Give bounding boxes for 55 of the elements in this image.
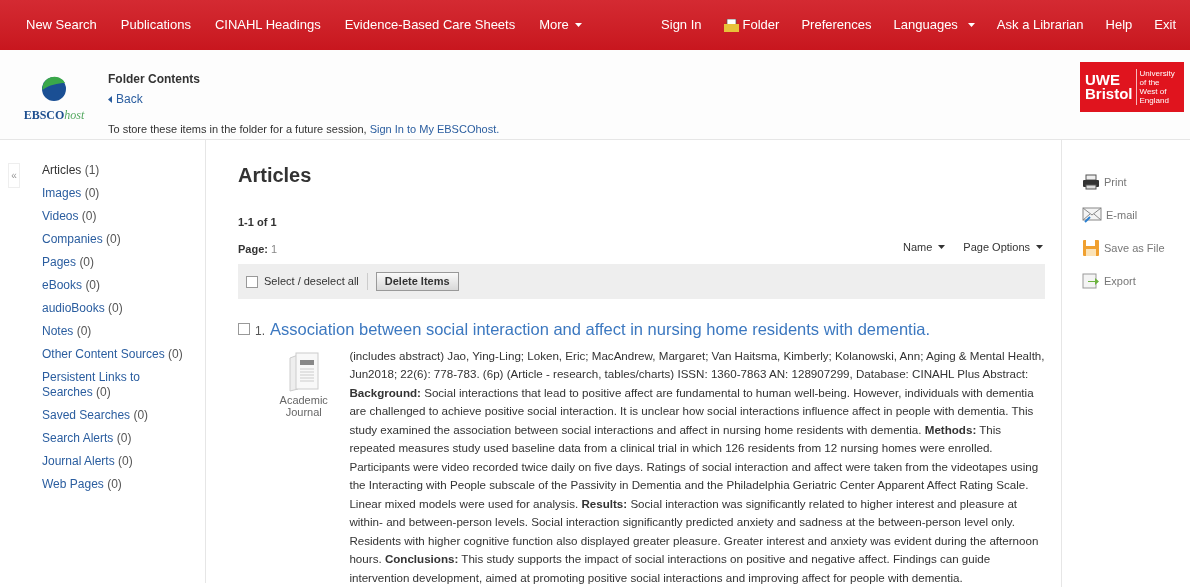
export-icon (1082, 273, 1100, 290)
tool-link[interactable]: E-mail (1082, 206, 1138, 223)
printer-icon (1082, 174, 1100, 191)
caret-icon (108, 95, 112, 103)
page-options-dropdown[interactable]: Page Options (963, 238, 1043, 255)
nav-link[interactable]: Preferences (801, 15, 872, 35)
page-indicator: Page: 1 (238, 241, 278, 257)
delete-items-button[interactable]: Delete Items (375, 272, 459, 291)
nav-link[interactable]: New Search (26, 15, 97, 35)
sidebar-link[interactable]: Companies (0) (42, 232, 121, 247)
nav-link[interactable]: Ask a Librarian (996, 15, 1084, 35)
sidebar-link[interactable]: Saved Searches (0) (42, 408, 149, 423)
journal-icon (287, 351, 320, 392)
nav-link[interactable]: More (539, 15, 582, 35)
record-abstract: (includes abstract) Jao, Ying-Ling; Loken, Eric; MacAndrew, Margaret; Van Haitsma, Kimberly; Kolanowski, Ann; Aging & Mental Health, Jun2018; 22(6): 778-783. (6p) (Article - research, tables/charts) ISSN: 1360-7863 AN: 128907299, Database: CINAHL Plus Abstract: Background: Social interactions that lead to positive affect are fundamental to human well-being. However, individuals with dementia are challenged to achieve positive social interaction. It is unclear how social interactions influence affect in people with dementia. This study examined the association between social interactions and affect in nursing home residents with dementia. Methods: This repeated measures study used baseline data from a clinical trial in which 126 residents from 12 nursing homes were enrolled. Participants were video recorded twice daily on five days. Ratings of social interaction and affect were taken from the videotapes using the Interacting with People subscale of the Passivity in Dementia and the Philadelphia Geriatric Center Apparent Affect Rating Scale. Linear mixed models were used for analysis. Results: Social interaction was significantly related to higher interest and pleasure at within- and between-person levels. Social interaction significantly predicted anxiety and sadness at the between-person level only. Residents with higher cognitive function also displayed greater pleasure. Greater interest and anxiety was evident during the afternoon hours. Conclusions: This study supports the impact of social interactions on positive and negative affect. Findings can guide intervention development, aimed at promoting positive social interactions and improving affect for people with dementia. (349, 347, 1045, 586)
sidebar-link[interactable]: audioBooks (0) (42, 301, 123, 316)
sign-in-link[interactable]: Sign In to My EBSCOhost. (369, 123, 500, 135)
sidebar-link[interactable]: Persistent Links to Searches (0) (42, 370, 188, 400)
tool-link[interactable]: Save as File (1082, 239, 1165, 257)
nav-link[interactable]: CINAHL Headings (214, 15, 321, 35)
record-title-link[interactable]: Association between social interaction and affect in nursing home residents with dementia. (270, 317, 931, 342)
sidebar-link[interactable]: Other Content Sources (0) (42, 347, 183, 362)
nav-link[interactable]: Exit (1154, 15, 1176, 35)
sidebar-link[interactable]: eBooks (0) (42, 278, 101, 293)
tool-link[interactable]: Print (1082, 174, 1127, 191)
sidebar-link[interactable]: Search Alerts (0) (42, 431, 132, 446)
caret-icon (1036, 244, 1043, 249)
result-count: 1-1 of 1 (238, 215, 277, 230)
envelope-icon (1082, 206, 1102, 223)
sidebar-link[interactable]: Articles (1) (42, 163, 100, 178)
tool-link[interactable]: Export (1082, 273, 1136, 290)
nav-link[interactable]: Publications (120, 15, 191, 35)
section-heading: Articles (238, 163, 312, 188)
sort-dropdown[interactable]: Name (903, 238, 946, 255)
sidebar-link[interactable]: Pages (0) (42, 255, 95, 270)
nav-link[interactable]: Languages (893, 15, 975, 35)
back-link[interactable]: Back (108, 90, 143, 108)
ebsco-host-logo: EBSCOhost (0, 50, 108, 139)
caret-icon (938, 244, 946, 249)
folder-icon (723, 18, 739, 32)
nav-link[interactable]: Help (1105, 15, 1133, 35)
sidebar-link[interactable]: Notes (0) (42, 324, 92, 339)
nav-link[interactable]: Sign In (661, 15, 702, 35)
sign-in-message: To store these items in the folder for a future session, Sign In to My EBSCOhost. (108, 122, 500, 137)
sidebar-link[interactable]: Videos (0) (42, 209, 97, 224)
record-number: 1. (255, 322, 265, 340)
page-title: Folder Contents (108, 71, 200, 88)
sidebar-link[interactable]: Web Pages (0) (42, 477, 122, 492)
nav-link[interactable]: Evidence-Based Care Sheets (344, 15, 516, 35)
sidebar-link[interactable]: Images (0) (42, 186, 100, 201)
publication-type: Academic Journal (278, 393, 329, 418)
sidebar-link[interactable]: Journal Alerts (0) (42, 454, 133, 469)
select-all-checkbox[interactable]: Select / deselect all (246, 273, 368, 290)
record-checkbox[interactable] (238, 323, 250, 336)
nav-link[interactable]: Folder (723, 15, 780, 35)
